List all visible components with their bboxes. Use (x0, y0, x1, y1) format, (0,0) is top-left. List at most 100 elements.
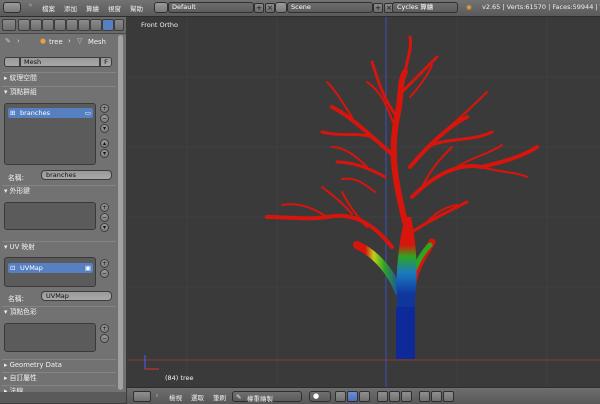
mesh-browse-button[interactable] (4, 57, 20, 67)
breadcrumb-object: tree (49, 38, 63, 46)
object-icon: ● (40, 37, 46, 45)
add-uv-map-button[interactable]: + (100, 259, 109, 268)
screen-layout-field[interactable]: Default (168, 2, 254, 13)
expanded-arrow-icon: ▾ (4, 308, 8, 316)
list-item[interactable]: ⊞ branches ▭ (8, 108, 93, 118)
properties-tabs (0, 17, 126, 34)
camera-icon[interactable]: ▣ (85, 263, 91, 273)
screen-layout-value: Default (172, 3, 196, 11)
add-vertex-color-button[interactable]: + (100, 324, 109, 333)
menu-window[interactable]: 視窗 (108, 3, 121, 13)
editor-type-button[interactable] (3, 2, 21, 13)
panel-vertex-colors[interactable]: ▾ 頂點色彩 (2, 306, 116, 318)
move-up-button[interactable]: ▴ (100, 139, 109, 148)
tab-render[interactable] (18, 19, 30, 31)
uv-map-list[interactable]: ⊡ UVMap ▣ (4, 257, 96, 287)
viewport-shading-select[interactable]: ● (309, 391, 331, 402)
tab-constraints[interactable] (78, 19, 90, 31)
image-icon[interactable] (443, 391, 454, 402)
tab-object[interactable] (66, 19, 78, 31)
scene-field[interactable]: Scene (287, 2, 373, 13)
3d-viewport[interactable]: Front Ortho (84) tree (127, 17, 600, 387)
panel-vertex-groups[interactable]: ▾ 頂點群組 (2, 86, 116, 98)
layer-icon[interactable] (389, 391, 400, 402)
add-vertex-group-button[interactable]: + (100, 104, 109, 113)
vertex-group-name-value: branches (46, 171, 76, 179)
tree-mesh[interactable] (265, 35, 539, 359)
tab-data[interactable] (102, 19, 114, 31)
menu-file[interactable]: 檔案 (42, 3, 55, 13)
move-down-button[interactable]: ▾ (100, 149, 109, 158)
circle-icon[interactable]: ◦ (155, 392, 159, 400)
menu-render[interactable]: 算繪 (86, 3, 99, 13)
menu-help[interactable]: 幫助 (130, 3, 143, 13)
tab-scene[interactable] (42, 19, 54, 31)
delete-screen-button[interactable]: × (265, 3, 275, 13)
panel-geometry-data[interactable]: ▸ Geometry Data (2, 359, 116, 371)
vertex-mask-icon[interactable] (359, 391, 370, 402)
panel-shape-keys[interactable]: ▾ 外形鍵 (2, 185, 116, 197)
panel-vertex-groups-title: 頂點群組 (9, 88, 37, 96)
axis-gizmo-icon (144, 355, 159, 370)
remove-vertex-group-button[interactable]: − (100, 114, 109, 123)
list-item[interactable]: ⊡ UVMap ▣ (8, 263, 93, 273)
properties-editor: ✎ › ● tree › ▽ Mesh Mesh F ▸ 紋理空間 ▾ 頂點群組… (0, 17, 127, 395)
vertex-group-name-field[interactable]: branches (41, 170, 112, 180)
render-preview-icon[interactable] (419, 391, 430, 402)
shape-key-list[interactable] (4, 202, 96, 230)
properties-footer (0, 392, 126, 403)
tab-render-layers[interactable] (30, 19, 42, 31)
screen-layout-icon[interactable] (154, 2, 168, 13)
panel-geometry-data-title: Geometry Data (9, 361, 62, 369)
render-engine-select[interactable]: Cycles 算繪 (392, 2, 458, 13)
editor-type-button[interactable] (2, 19, 16, 31)
panel-uv-maps[interactable]: ▾ UV 映射 (2, 241, 116, 253)
lock-icon[interactable]: ▭ (85, 108, 91, 118)
add-shape-key-button[interactable]: + (100, 203, 109, 212)
mesh-name-field[interactable]: Mesh (20, 57, 100, 67)
circle-icon[interactable]: ◦ (28, 1, 33, 10)
fake-user-button[interactable]: F (100, 57, 112, 67)
tab-modifiers[interactable] (90, 19, 102, 31)
mode-select[interactable]: ✎ 權重繪製 (232, 391, 302, 403)
chevron-right-icon: › (17, 37, 20, 45)
specials-menu-button[interactable]: ▾ (100, 124, 109, 133)
vertex-group-list[interactable]: ⊞ branches ▭ (4, 103, 96, 165)
scrollbar-thumb[interactable] (118, 35, 123, 390)
menu-brush[interactable]: 筆刷 (213, 392, 226, 402)
layer-icon[interactable] (377, 391, 388, 402)
specials-menu-button[interactable]: ▾ (100, 223, 109, 232)
panel-custom-properties[interactable]: ▸ 自訂屬性 (2, 372, 116, 384)
face-mask-icon[interactable] (347, 391, 358, 402)
remove-vertex-color-button[interactable]: − (100, 334, 109, 343)
chevron-right-icon: › (68, 37, 71, 45)
panel-vertex-colors-title: 頂點色彩 (9, 308, 37, 316)
scene-icon[interactable] (275, 2, 287, 13)
camera-icon[interactable] (431, 391, 442, 402)
menu-add[interactable]: 添加 (64, 3, 77, 13)
menu-select[interactable]: 選取 (191, 392, 204, 402)
pivot-icon[interactable] (335, 391, 346, 402)
editor-type-button[interactable] (133, 391, 151, 402)
uv-item-label: UVMap (20, 264, 43, 272)
remove-uv-map-button[interactable]: − (100, 269, 109, 278)
solid-shading-icon: ● (313, 392, 320, 400)
remove-shape-key-button[interactable]: − (100, 213, 109, 222)
view-name: Front Ortho (141, 21, 178, 29)
panel-texture-space[interactable]: ▸ 紋理空間 (2, 72, 116, 84)
pin-icon[interactable]: ✎ (5, 37, 11, 45)
menu-view[interactable]: 檢視 (169, 392, 182, 402)
panel-uv-maps-title: UV 映射 (9, 243, 35, 251)
uv-name-field[interactable]: UVMap (41, 291, 112, 301)
tab-material[interactable] (114, 19, 124, 31)
expanded-arrow-icon: ▾ (4, 88, 8, 96)
vertex-color-list[interactable] (4, 323, 96, 352)
expanded-arrow-icon: ▾ (4, 243, 8, 251)
collapsed-arrow-icon: ▸ (4, 361, 8, 369)
scene-value: Scene (291, 3, 311, 11)
add-scene-button[interactable]: + (373, 3, 383, 13)
add-screen-button[interactable]: + (254, 3, 264, 13)
layer-icon[interactable] (401, 391, 412, 402)
tab-world[interactable] (54, 19, 66, 31)
properties-scrollbar[interactable] (118, 35, 123, 390)
